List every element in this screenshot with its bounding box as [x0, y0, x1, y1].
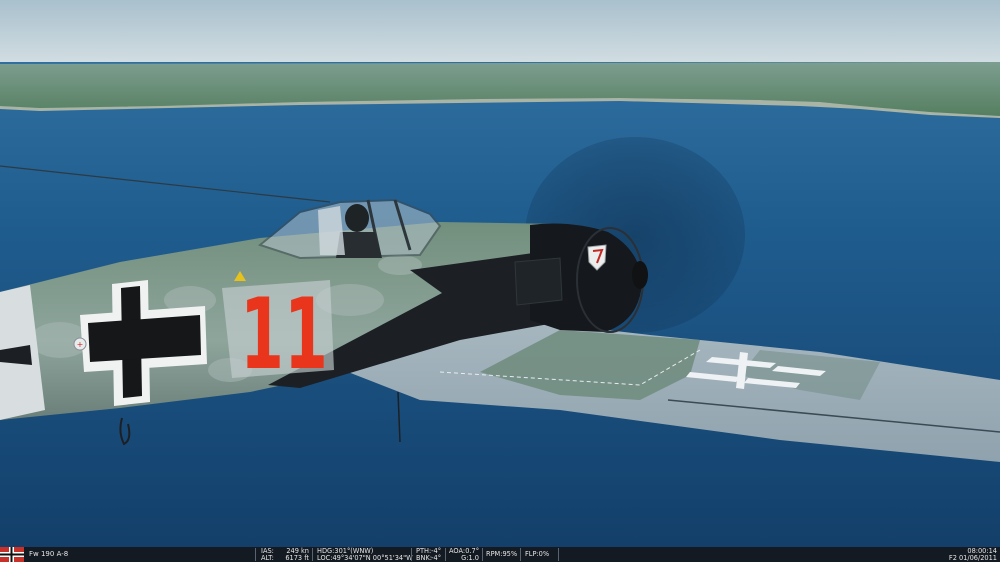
- country-flag-icon: [0, 547, 24, 562]
- fuselage-number: 11: [240, 278, 328, 392]
- hud-divider: [445, 548, 446, 561]
- hud-heading-loc: HDG:301°(WNW) LOC:49°34'07"N 00°51'34"W: [317, 547, 413, 562]
- mission-date: F2 01/06/2011: [948, 553, 997, 562]
- hud-flaps: FLP:0%: [525, 548, 549, 558]
- hud-speed-alt: IAS: 249 kn ALT: 6173 ft: [261, 547, 309, 562]
- sky: [0, 0, 1000, 66]
- hud-divider: [520, 548, 521, 561]
- aoa-value: 0.7°: [465, 546, 479, 555]
- hud-clock: 08:00:14 F2 01/06/2011: [948, 547, 997, 562]
- spinner: [632, 261, 648, 289]
- g-value: 1.0: [468, 553, 480, 562]
- flight-scene: + 11: [0, 0, 1000, 547]
- hud-attitude: PTH: -4° BNK: -4°: [416, 547, 441, 562]
- hud-divider: [482, 548, 483, 561]
- red-cross-glyph: +: [77, 340, 84, 349]
- hud-divider: [312, 548, 313, 561]
- exhaust-slots: [514, 257, 563, 306]
- hud-divider: [411, 548, 412, 561]
- flp-value: 0%: [538, 549, 550, 558]
- g-label: G:: [461, 553, 469, 562]
- bnk-value: -4°: [431, 553, 441, 562]
- alt-value: 6173 ft: [285, 553, 309, 562]
- flp-label: FLP:: [525, 549, 539, 558]
- rpm-value: 95%: [502, 549, 518, 558]
- loc-label: LOC:: [317, 553, 333, 562]
- status-bar: Fw 190 A-8 IAS: 249 kn ALT: 6173 ft HDG:30…: [0, 547, 1000, 562]
- alt-label: ALT:: [261, 553, 274, 562]
- bnk-label: BNK:: [416, 553, 433, 562]
- hud-divider: [255, 548, 256, 561]
- hud-rpm: RPM:95%: [486, 548, 517, 558]
- pilot-head: [345, 204, 369, 232]
- aircraft-name: Fw 190 A-8: [29, 550, 69, 558]
- rpm-label: RPM:: [486, 549, 503, 558]
- hud-aoa-g: AOA: 0.7° G:1.0: [449, 546, 480, 562]
- loc-value: 49°34'07"N 00°51'34"W: [332, 553, 413, 562]
- hud-divider: [558, 548, 559, 561]
